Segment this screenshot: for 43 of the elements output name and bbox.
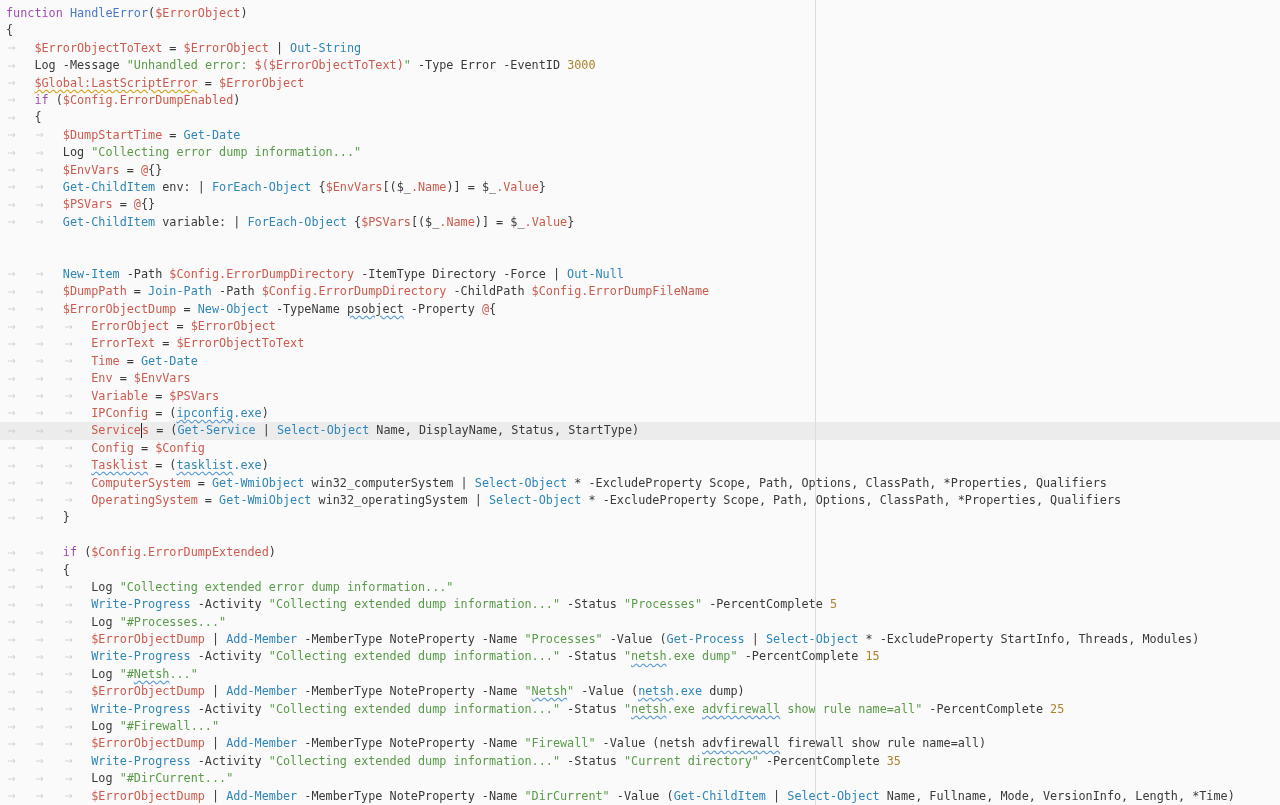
code-line: ErrorText = $ErrorObjectToText [0, 335, 1280, 353]
code-editor[interactable] [0, 0, 1280, 805]
code-line: { [0, 109, 1280, 127]
code-line: { [0, 561, 1280, 579]
code-line: $ErrorObjectDump | Add-Member -MemberType NoteProperty -Name "DirCurrent" -Value (Get-ChildItem | Select-Object Name, Fullname, Mode, VersionInfo, Length, *Time) [0, 787, 1280, 805]
code-line: Write-Progress -Activity "Collecting extended dump information..." -Status "Current directory" -PercentComplete 35 [0, 752, 1280, 771]
code-line: } [0, 509, 1280, 527]
code-line: if ($Config.ErrorDumpEnabled) [0, 91, 1280, 110]
code-line: Write-Progress -Activity "Collecting extended dump information..." -Status "netsh.exe advfirewall show rule name=all" -PercentComplete 25 [0, 700, 1280, 718]
code-line: Write-Progress -Activity "Collecting extended dump information..." -Status "netsh.exe dump" -PercentComplete 15 [0, 648, 1280, 666]
code-line: function HandleError($ErrorObject) [5, 5, 249, 22]
code-line: Log "#Processes..." [0, 613, 1280, 632]
code-line: $PSVars = @{} [0, 196, 1280, 214]
code-line: $Global:LastScriptError = $ErrorObject [0, 74, 1280, 92]
code-line: $ErrorObjectDump | Add-Member -MemberType NoteProperty -Name "Processes" -Value (Get-Process | Select-Object * -ExcludeProperty StartInfo, Threads, Modules) [0, 631, 1280, 649]
code-line: OperatingSystem = Get-WmiObject win32_operatingSystem | Select-Object * -ExcludeProperty Scope, Path, Options, ClassPath, *Properties, Qualifiers [0, 491, 1280, 510]
code-line: Log "Collecting extended error dump information..." [0, 578, 1280, 597]
code-line: { [5, 22, 15, 40]
code-line: Variable = $PSVars [0, 387, 1280, 405]
code-line: Env = $EnvVars [0, 370, 1280, 388]
code-line: Config = $Config [0, 439, 1280, 458]
code-line: $ErrorObjectToText = $ErrorObject | Out-String [0, 39, 1280, 58]
code-line: Log "#Netsh..." [0, 665, 1280, 684]
code-line: $DumpPath = Join-Path -Path $Config.ErrorDumpDirectory -ChildPath $Config.ErrorDumpFileName [0, 283, 1280, 301]
code-line: $ErrorObjectDump | Add-Member -MemberType NoteProperty -Name "Firewall" -Value (netsh advfirewall firewall show rule name=all) [0, 735, 1280, 753]
code-line: IPConfig = (ipconfig.exe) [0, 405, 1280, 423]
code-line: $EnvVars = @{} [0, 161, 1280, 179]
code-line: $DumpStartTime = Get-Date [0, 126, 1280, 145]
code-line: Log "#DirCurrent..." [0, 770, 1280, 788]
code-line: Time = Get-Date [0, 352, 1280, 371]
code-line: ErrorObject = $ErrorObject [0, 318, 1280, 336]
code-line: Log "Collecting error dump information..." [0, 144, 1280, 162]
code-line: Get-ChildItem env: | ForEach-Object {$EnvVars[($_.Name)] = $_.Value} [0, 178, 1280, 197]
code-line: Log -Message "Unhandled error: $($ErrorObjectToText)" -Type Error -EventID 3000 [0, 57, 1280, 75]
code-line: $ErrorObjectDump = New-Object -TypeName psobject -Property @{ [0, 300, 1280, 319]
code-line: if ($Config.ErrorDumpExtended) [0, 544, 1280, 562]
code-line: Get-ChildItem variable: | ForEach-Object {$PSVars[($_.Name)] = $_.Value} [0, 213, 1280, 232]
code-line: New-Item -Path $Config.ErrorDumpDirectory -ItemType Directory -Force | Out-Null [0, 265, 1280, 284]
code-line: Write-Progress -Activity "Collecting extended dump information..." -Status "Processes" -PercentComplete 5 [0, 596, 1280, 614]
code-line: Tasklist = (tasklist.exe) [0, 457, 1280, 475]
code-line: $ErrorObjectDump | Add-Member -MemberType NoteProperty -Name "Netsh" -Value (netsh.exe dump) [0, 683, 1280, 701]
code-line: ComputerSystem = Get-WmiObject win32_computerSystem | Select-Object * -ExcludeProperty Scope, Path, Options, ClassPath, *Properties, Qualifiers [0, 474, 1280, 492]
code-line: Log "#Firewall..." [0, 718, 1280, 736]
